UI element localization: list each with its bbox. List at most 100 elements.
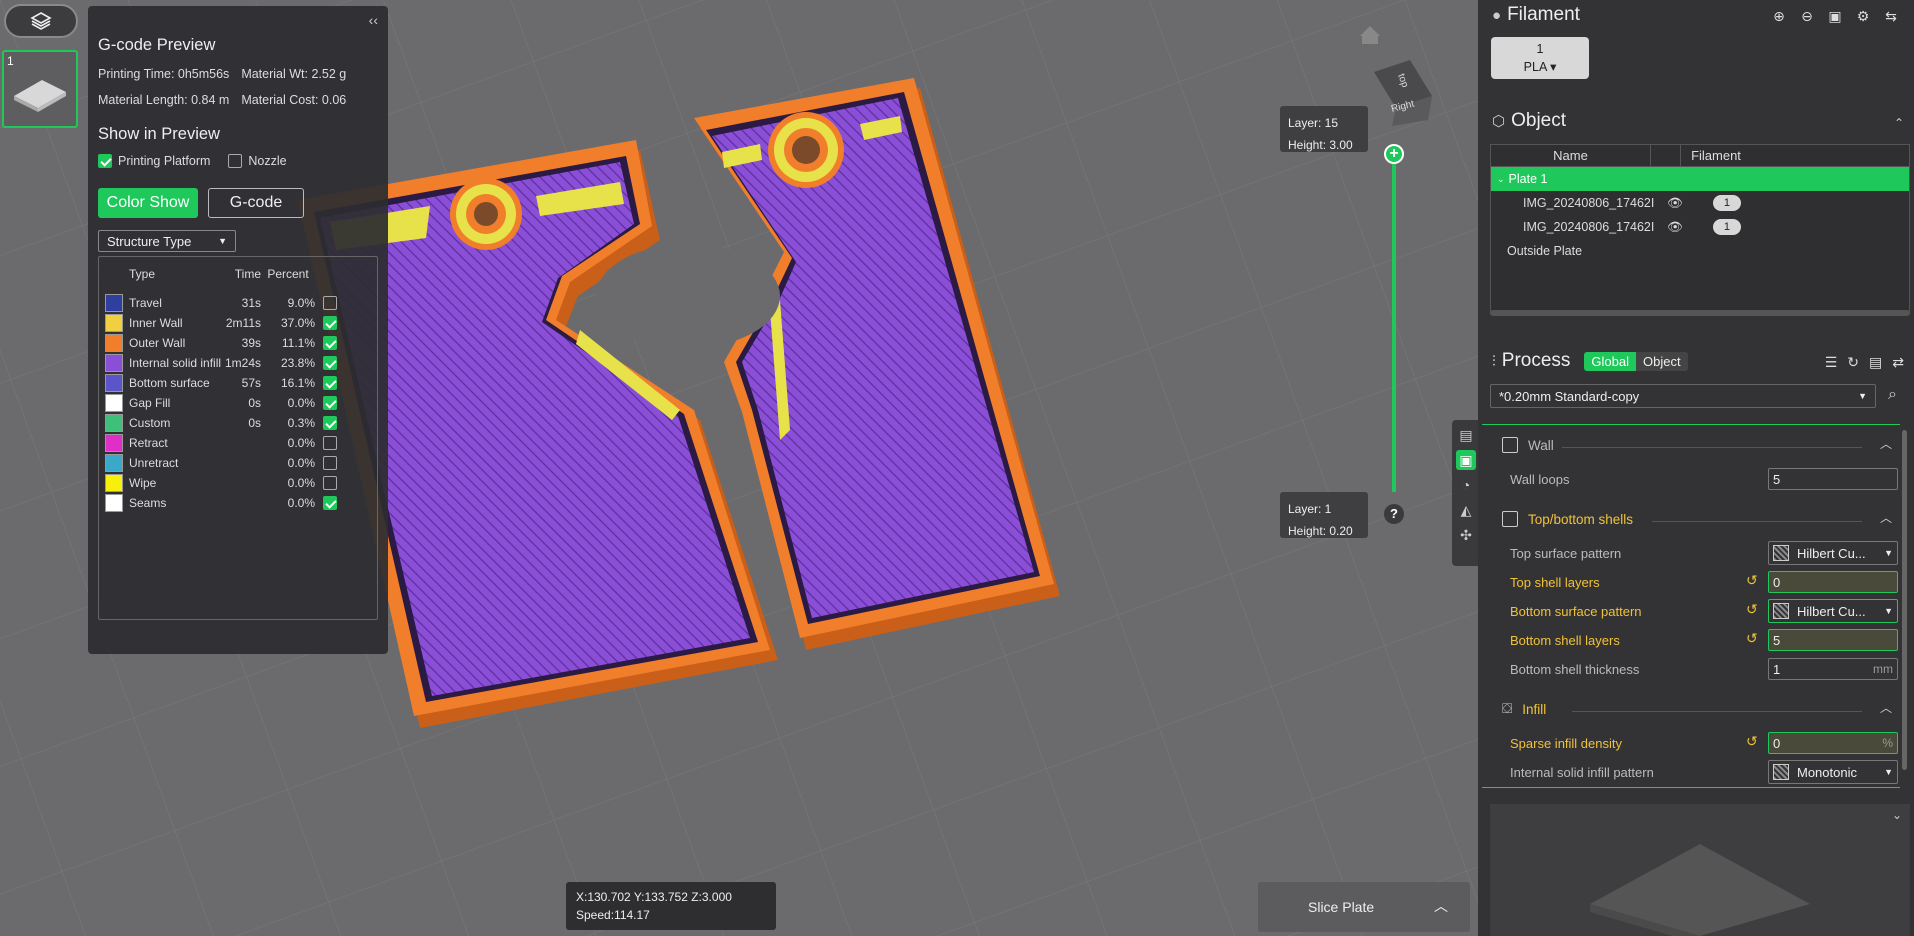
top-surface-pattern-select[interactable]: Hilbert Cu... ▼ — [1768, 541, 1898, 565]
nozzle-checkbox[interactable] — [228, 154, 243, 168]
process-preset-dropdown[interactable]: *0.20mm Standard-copy ▼ — [1490, 384, 1876, 408]
strength-icon[interactable]: ▣ — [1456, 450, 1476, 470]
others-icon[interactable]: ✣ — [1456, 525, 1476, 545]
save-icon[interactable]: ▤ — [1869, 354, 1882, 371]
reset-value-icon[interactable]: ↺ — [1746, 601, 1758, 618]
reset-value-icon[interactable]: ↺ — [1746, 572, 1758, 589]
layer-slider-track[interactable] — [1392, 152, 1396, 492]
legend-visibility-checkbox[interactable] — [323, 296, 337, 310]
object-list-scrollbar[interactable] — [1490, 310, 1910, 316]
legend-header-type: Type — [129, 267, 156, 281]
sync-icon[interactable]: ⇆ — [1880, 8, 1902, 26]
3d-viewport[interactable]: top Right 1 ‹‹ G-code Preview Printing T… — [0, 0, 1478, 936]
object-row[interactable]: IMG_20240806_17462I 👁 1 — [1491, 191, 1909, 215]
process-toolbar: ☰ ↻ ▤ ⇄ — [1815, 354, 1904, 371]
legend-visibility-checkbox[interactable] — [323, 456, 337, 470]
gcode-button[interactable]: G-code — [208, 188, 304, 218]
legend-swatch — [105, 314, 123, 332]
support-icon[interactable]: ◭ — [1456, 500, 1476, 520]
bottom-shell-thickness-input[interactable]: 1 mm — [1768, 658, 1898, 680]
bottom-shell-layers-input[interactable]: 5 — [1768, 629, 1898, 651]
eye-icon[interactable]: 👁 — [1667, 220, 1683, 235]
legend-visibility-checkbox[interactable] — [323, 356, 337, 370]
add-filament-icon[interactable]: ⊕ — [1768, 8, 1790, 26]
object-name: IMG_20240806_17462I — [1523, 196, 1655, 210]
remove-filament-icon[interactable]: ⊖ — [1796, 8, 1818, 26]
plate-thumbnail[interactable]: 1 — [2, 50, 78, 128]
settings-icon[interactable]: ⚙ — [1852, 8, 1874, 26]
printing-platform-checkbox[interactable] — [98, 154, 112, 168]
legend-row: Unretract 0.0% — [105, 453, 371, 473]
legend-row: Custom 0s 0.3% — [105, 413, 371, 433]
layer-view-button[interactable] — [4, 4, 78, 38]
help-icon[interactable]: ? — [1384, 504, 1404, 524]
pattern-icon — [1773, 603, 1789, 619]
reset-value-icon[interactable]: ↺ — [1746, 733, 1758, 750]
sparse-infill-density-input[interactable]: 0 % — [1768, 732, 1898, 754]
params-scrollbar[interactable] — [1902, 430, 1907, 770]
legend-row: Internal solid infill 1m24s 23.8% — [105, 353, 371, 373]
collapse-object-icon[interactable]: ⌃ — [1894, 116, 1904, 130]
object-row[interactable]: IMG_20240806_17462I 👁 1 — [1491, 215, 1909, 239]
shells-group-header[interactable]: Top/bottom shells — [1502, 511, 1633, 527]
panel-title: G-code Preview — [98, 36, 216, 54]
chevron-down-icon[interactable]: ⌄ — [1892, 808, 1902, 822]
legend-swatch — [105, 474, 123, 492]
chevron-up-icon[interactable]: ︿ — [1434, 896, 1448, 916]
wall-group-title: Wall — [1528, 437, 1554, 453]
wall-loops-input[interactable]: 5 — [1768, 468, 1898, 490]
edit-filament-icon[interactable]: ▣ — [1824, 8, 1846, 26]
global-tab[interactable]: Global — [1584, 351, 1636, 371]
legend-visibility-checkbox[interactable] — [323, 416, 337, 430]
bottom-surface-pattern-select[interactable]: Hilbert Cu... ▼ — [1768, 599, 1898, 623]
coordinate-readout: X:130.702 Y:133.752 Z:3.000 — [576, 890, 732, 904]
collapse-panel-icon[interactable]: ‹‹ — [369, 12, 378, 28]
pattern-icon — [1773, 545, 1789, 561]
legend-visibility-checkbox[interactable] — [323, 396, 337, 410]
reset-value-icon[interactable]: ↺ — [1746, 630, 1758, 647]
collapse-wall-icon[interactable]: ︿ — [1880, 435, 1892, 452]
slice-plate-label: Slice Plate — [1308, 899, 1375, 915]
legend-visibility-checkbox[interactable] — [323, 376, 337, 390]
search-icon[interactable]: ⌕ — [1888, 386, 1897, 404]
cube-icon: ⬡ — [1492, 113, 1506, 130]
add-layer-icon[interactable]: + — [1384, 144, 1404, 164]
advanced-icon[interactable]: ⇄ — [1892, 354, 1904, 371]
divider — [1562, 447, 1862, 448]
model-preview-thumbnail: ⌄ — [1490, 804, 1910, 936]
legend-visibility-checkbox[interactable] — [323, 316, 337, 330]
legend-type: Gap Fill — [129, 396, 171, 410]
top-layer-label: Layer: 15 Height: 3.00 — [1280, 106, 1368, 152]
filament-slot-number: 1 — [1536, 42, 1544, 56]
reset-icon[interactable]: ↻ — [1847, 354, 1859, 371]
legend-visibility-checkbox[interactable] — [323, 336, 337, 350]
slice-plate-button[interactable]: Slice Plate ︿ — [1258, 882, 1470, 932]
legend-visibility-checkbox[interactable] — [323, 436, 337, 450]
filament-slot-1[interactable]: 1 PLA ▾ — [1491, 37, 1589, 79]
quality-icon[interactable]: ▤ — [1456, 425, 1476, 445]
structure-type-dropdown[interactable]: Structure Type ▼ — [98, 230, 236, 252]
plate-row[interactable]: ⌄ Plate 1 — [1491, 167, 1909, 191]
process-section-title: ⫶ Process Global Object — [1492, 350, 1688, 372]
speed-icon[interactable]: ◔ — [1456, 475, 1476, 495]
wall-group-header[interactable]: Wall — [1502, 437, 1554, 453]
divider — [1572, 711, 1862, 712]
object-header-name: Name — [1491, 145, 1651, 166]
collapse-infill-icon[interactable]: ︿ — [1880, 699, 1892, 716]
collapse-shells-icon[interactable]: ︿ — [1880, 509, 1892, 526]
object-tab[interactable]: Object — [1635, 351, 1688, 371]
legend-visibility-checkbox[interactable] — [323, 476, 337, 490]
legend-header-time: Time — [234, 267, 261, 281]
infill-group-header[interactable]: ⛋ Infill — [1502, 701, 1546, 717]
outside-plate-row[interactable]: Outside Plate — [1491, 239, 1909, 263]
object-filament-badge[interactable]: 1 — [1712, 195, 1741, 211]
eye-icon[interactable]: 👁 — [1667, 196, 1683, 211]
color-show-button[interactable]: Color Show — [98, 188, 198, 218]
legend-visibility-checkbox[interactable] — [323, 496, 337, 510]
top-shell-layers-input[interactable]: 0 — [1768, 571, 1898, 593]
compare-icon[interactable]: ☰ — [1825, 354, 1838, 371]
object-filament-badge[interactable]: 1 — [1712, 219, 1741, 235]
expand-icon[interactable]: ⌄ — [1497, 174, 1505, 185]
pattern-icon — [1773, 764, 1789, 780]
internal-solid-infill-pattern-select[interactable]: Monotonic ▼ — [1768, 760, 1898, 784]
